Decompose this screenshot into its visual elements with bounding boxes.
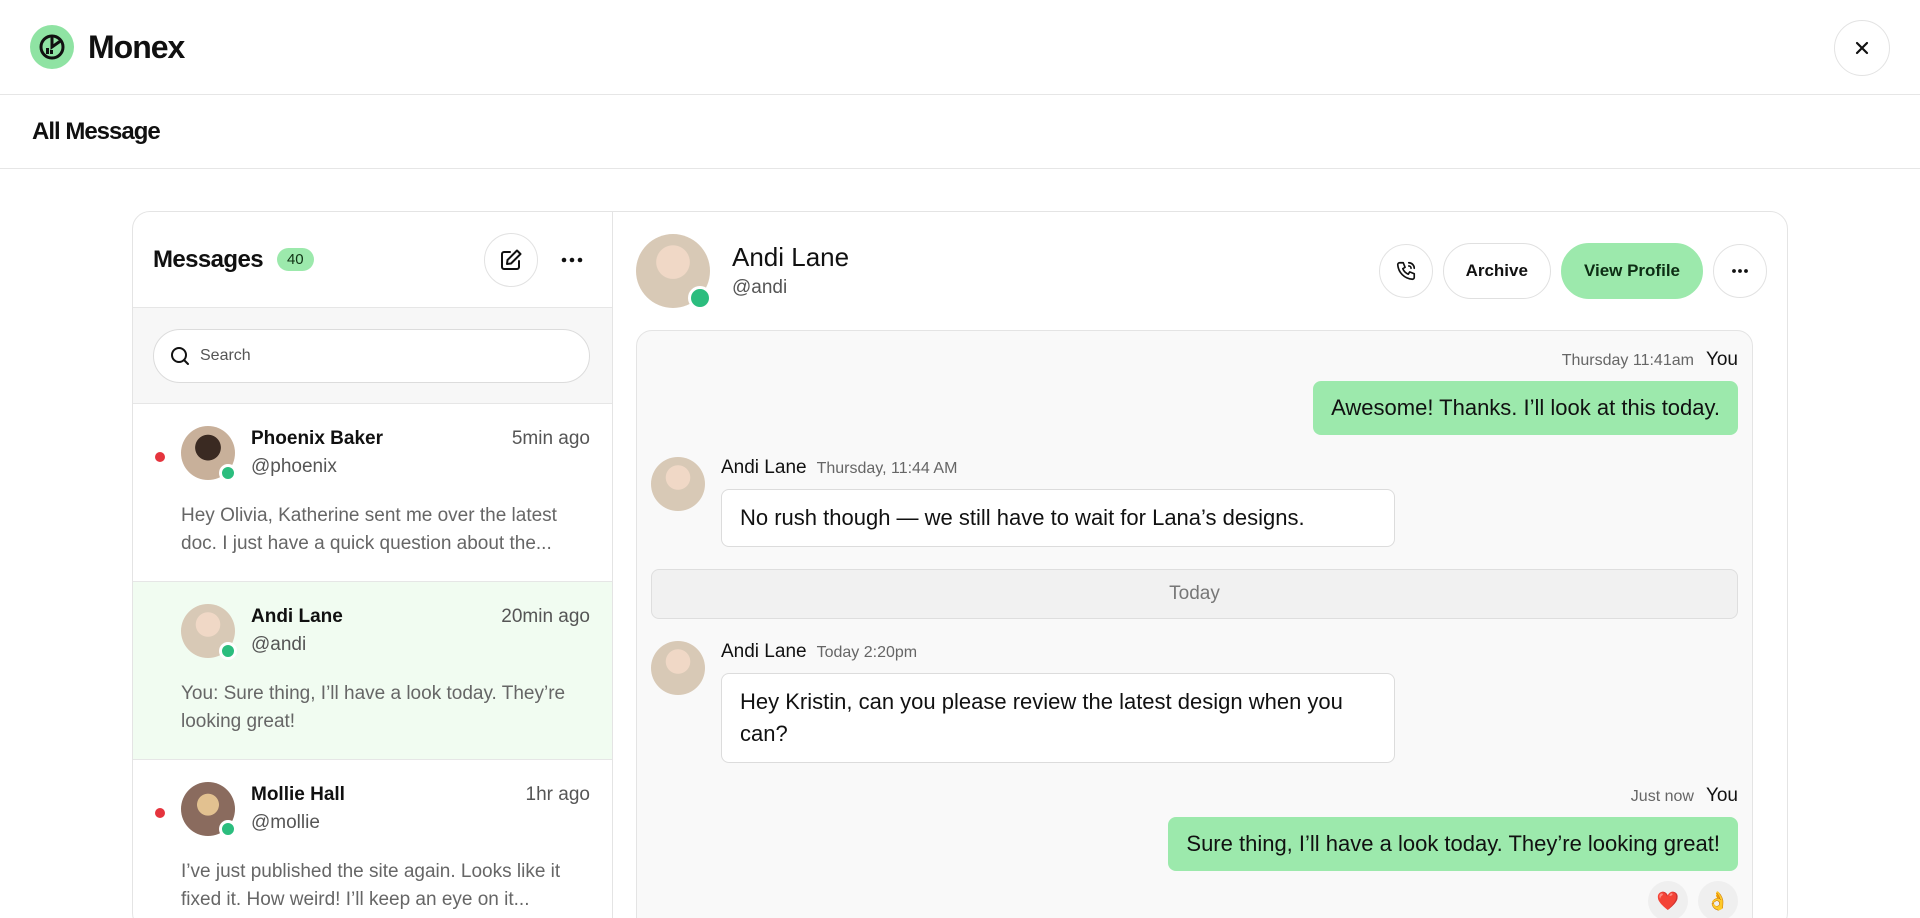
message-sender: Andi Lane (721, 641, 807, 662)
edit-icon (501, 249, 522, 270)
message-time: Today 2:20pm (816, 644, 918, 661)
close-icon (1855, 41, 1869, 55)
message-thread: Thursday 11:41am You Awesome! Thanks. I’… (636, 330, 1753, 918)
contact-name: Andi Lane (251, 606, 343, 627)
message-sender: Andi Lane (721, 457, 807, 478)
message-preview: Hey Olivia, Katherine sent me over the l… (181, 505, 557, 554)
contact-avatar (636, 234, 712, 310)
messages-header: Messages 40 (133, 212, 612, 308)
message-preview: You: Sure thing, I’ll have a look today.… (181, 683, 566, 732)
search-icon (171, 346, 189, 365)
conversation-time: 20min ago (501, 606, 590, 627)
search-section (133, 308, 612, 404)
message-time: Thursday, 11:44 AM (816, 460, 958, 477)
incoming-message: Andi Lane Today 2:20pm Hey Kristin, can … (651, 641, 1738, 763)
date-divider: Today (651, 569, 1738, 619)
more-horizontal-icon (1732, 269, 1748, 273)
incoming-message: Andi Lane Thursday, 11:44 AM No rush tho… (651, 457, 1738, 547)
sender-avatar (651, 457, 705, 511)
message-sender: You (1705, 785, 1738, 806)
online-status-indicator (688, 286, 712, 310)
chat-contact-name: Andi Lane (732, 242, 850, 272)
conversation-item[interactable]: Phoenix Baker @phoenix 5min ago Hey Oliv… (133, 404, 612, 582)
reaction-ok-hand[interactable]: 👌 (1698, 881, 1738, 918)
compose-button[interactable] (484, 232, 538, 287)
page-title: All Message (32, 117, 161, 145)
page-header: All Message (0, 95, 1920, 169)
more-options-button[interactable] (552, 240, 592, 280)
conversation-item-active[interactable]: Andi Lane @andi 20min ago You: Sure thin… (133, 582, 612, 760)
contact-handle: @mollie (251, 812, 320, 833)
more-horizontal-icon (561, 257, 583, 262)
chat-header: Andi Lane @andi Archive View Profile (614, 212, 1787, 330)
incoming-message-bubble: Hey Kristin, can you please review the l… (721, 673, 1395, 763)
sender-avatar (651, 641, 705, 695)
message-count-badge: 40 (276, 248, 314, 271)
message-time: Thursday 11:41am (1561, 352, 1694, 369)
contact-name: Mollie Hall (251, 784, 345, 805)
message-reactions: ❤️ 👌 (651, 881, 1738, 918)
message-preview: I’ve just published the site again. Look… (181, 861, 561, 910)
chat-contact-handle: @andi (732, 277, 788, 298)
conversation-list-panel: Messages 40 Search Phoenix Baker @phoeni… (133, 212, 613, 918)
chat-more-options-button[interactable] (1713, 244, 1767, 298)
avatar (181, 426, 237, 482)
search-input[interactable] (200, 346, 560, 365)
view-profile-button[interactable]: View Profile (1560, 243, 1703, 299)
archive-button[interactable]: Archive (1442, 243, 1551, 299)
message-meta: Thursday 11:41am You (651, 349, 1738, 371)
brand-name: Monex (88, 28, 185, 65)
messages-card: Messages 40 Search Phoenix Baker @phoeni… (132, 211, 1788, 918)
message-sender: You (1705, 349, 1738, 370)
contact-name: Phoenix Baker (251, 428, 383, 449)
unread-indicator (155, 808, 165, 818)
incoming-message-bubble: No rush though — we still have to wait f… (721, 489, 1395, 547)
reaction-heart[interactable]: ❤️ (1648, 881, 1688, 918)
messages-title: Messages (153, 245, 264, 273)
call-button[interactable] (1378, 244, 1433, 298)
avatar (181, 604, 237, 660)
conversation-item[interactable]: Mollie Hall @mollie 1hr ago I’ve just pu… (133, 760, 612, 918)
conversation-time: 1hr ago (525, 784, 590, 805)
contact-handle: @andi (251, 634, 307, 655)
outgoing-message-bubble: Awesome! Thanks. I’ll look at this today… (1313, 381, 1738, 435)
online-status-indicator (219, 820, 237, 838)
avatar (181, 782, 237, 838)
contact-handle: @phoenix (251, 456, 337, 477)
search-box[interactable] (153, 328, 590, 383)
top-bar: Monex (0, 0, 1920, 95)
message-meta: Just now You (651, 785, 1738, 807)
online-status-indicator (219, 464, 237, 482)
close-button[interactable] (1834, 20, 1890, 76)
message-time: Just now (1630, 788, 1694, 805)
unread-indicator (155, 452, 165, 462)
conversation-time: 5min ago (511, 428, 590, 449)
outgoing-message-bubble: Sure thing, I’ll have a look today. They… (1168, 817, 1738, 871)
chat-panel: Andi Lane @andi Archive View Profile Thu… (614, 212, 1787, 918)
online-status-indicator (219, 642, 237, 660)
logo-icon (30, 25, 74, 69)
phone-icon (1396, 261, 1415, 281)
